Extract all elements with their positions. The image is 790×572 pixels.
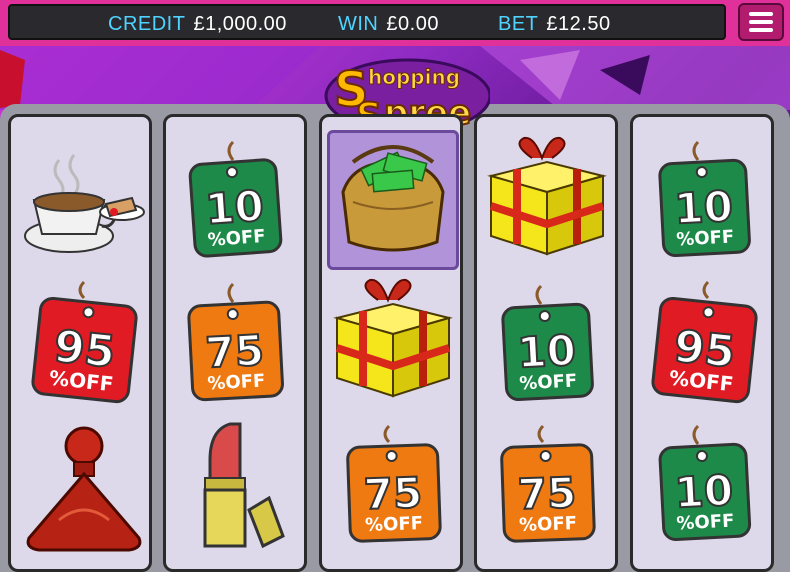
tag-value: 10 [516, 326, 577, 378]
95-off-tag-icon: 95 %OFF [651, 280, 758, 404]
tag-value: 75 [363, 468, 423, 519]
money-bag-icon [341, 145, 445, 252]
95-off-tag-icon: 95 %OFF [31, 280, 138, 404]
tag-off-label: %OFF [519, 370, 578, 394]
coffee-cake-icon [24, 154, 145, 253]
tag-off-label: %OFF [207, 226, 266, 251]
10-off-tag-icon: 10 %OFF [188, 140, 283, 258]
tag-off-label: %OFF [676, 510, 735, 534]
tag-off-label: %OFF [676, 226, 735, 250]
75-off-tag-icon: 75 %OFF [500, 424, 596, 543]
75-off-tag-icon: 75 %OFF [187, 282, 284, 402]
bet-label: BET [498, 13, 539, 35]
logo-line1: hopping [368, 65, 460, 89]
win-label: WIN [338, 13, 379, 35]
lipstick-icon [203, 422, 285, 549]
10-off-tag-icon: 10 %OFF [658, 424, 752, 542]
bet-value: £12.50 [546, 13, 611, 35]
75-off-tag-icon: 75 %OFF [346, 424, 442, 543]
credit-label: CREDIT [108, 13, 186, 35]
credit-display: CREDIT £1,000.00 [108, 13, 287, 36]
gift-box-icon [487, 136, 607, 256]
win-value: £0.00 [386, 13, 439, 35]
tag-off-label: %OFF [519, 513, 578, 536]
10-off-tag-icon: 10 %OFF [501, 284, 594, 402]
menu-button[interactable] [738, 3, 784, 41]
tag-value: 10 [673, 466, 734, 518]
status-bar: CREDIT £1,000.00 WIN £0.00 BET £12.50 [8, 4, 726, 40]
gift-box-icon [333, 278, 453, 398]
tag-value: 10 [673, 182, 734, 234]
10-off-tag-icon: 10 %OFF [658, 140, 751, 258]
tag-value: 75 [517, 468, 577, 519]
tag-off-label: %OFF [207, 370, 266, 394]
win-display: WIN £0.00 [338, 13, 439, 36]
tag-off-label: %OFF [365, 513, 424, 536]
perfume-bottle-icon [26, 426, 142, 552]
tag-value: 75 [204, 326, 265, 378]
credit-value: £1,000.00 [193, 13, 287, 35]
top-bar: CREDIT £1,000.00 WIN £0.00 BET £12.50 [0, 0, 790, 46]
hamburger-menu-icon [749, 12, 773, 16]
bet-display: BET £12.50 [498, 13, 611, 36]
